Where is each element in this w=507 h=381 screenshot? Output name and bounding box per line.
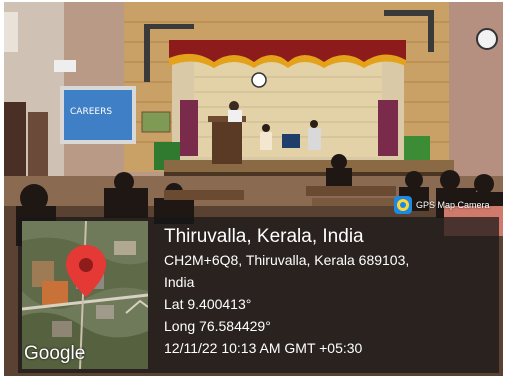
google-logo: Google [24,343,86,364]
timestamp: 12/11/22 10:13 AM GMT +05:30 [164,340,363,356]
location-info: Thiruvalla, Kerala, India CH2M+6Q8, Thir… [164,225,494,359]
gps-map-camera-label: GPS Map Camera [416,200,490,210]
screen-text: CAREERS [70,107,112,117]
address-line-1: CH2M+6Q8, Thiruvalla, Kerala 689103, [164,252,410,268]
map-thumbnail: Google [22,221,148,369]
address-line-2: India [164,274,195,290]
photo-frame: CAREERS GPS Map Camera Google Thiruvalla… [4,2,503,376]
gps-map-camera-badge: GPS Map Camera [394,196,490,214]
longitude: Long 76.584429° [164,318,271,334]
gps-map-camera-icon [394,196,412,214]
location-title: Thiruvalla, Kerala, India [164,226,364,247]
latitude: Lat 9.400413° [164,296,252,312]
location-overlay: Google Thiruvalla, Kerala, India CH2M+6Q… [18,217,499,373]
